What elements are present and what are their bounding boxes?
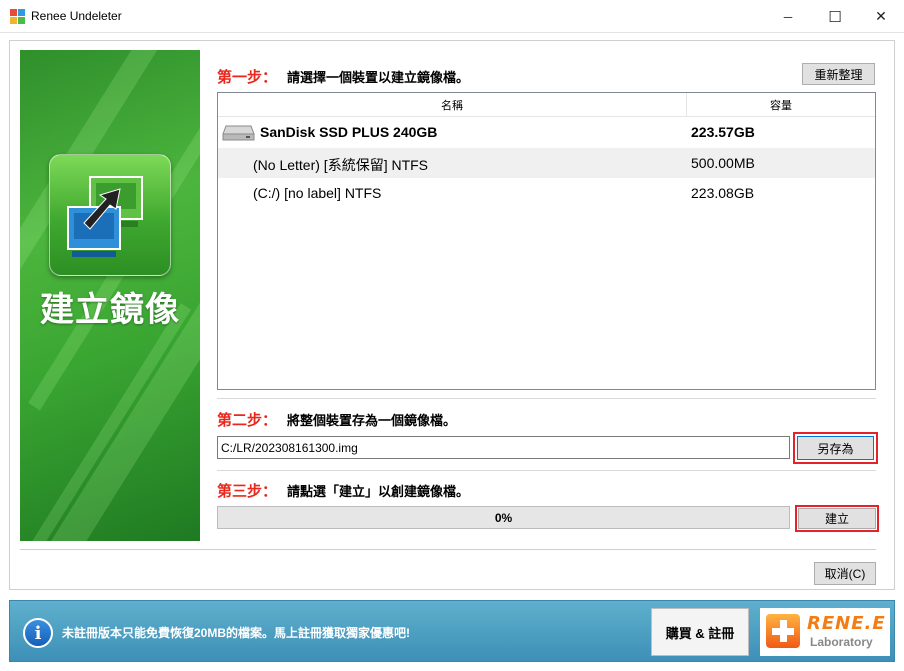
partition-name: (No Letter) [系統保留] NTFS	[253, 157, 429, 173]
step2-heading: 第二步： 將整個裝置存為一個鏡像檔。	[217, 409, 456, 430]
close-icon: ✕	[875, 8, 887, 24]
table-row[interactable]: (No Letter) [系統保留] NTFS 500.00MB	[218, 148, 875, 178]
hard-drive-icon	[222, 125, 255, 141]
table-header: 名稱 容量	[218, 93, 875, 117]
create-image-icon	[49, 154, 171, 276]
progress-text: 0%	[494, 510, 513, 525]
minimize-icon: ─	[783, 9, 793, 24]
info-icon: i	[23, 618, 53, 648]
plus-icon	[766, 614, 800, 648]
registration-footer: i 未註冊版本只能免費恢復20MB的檔案。馬上註冊獲取獨家優惠吧! 購買 & 註…	[9, 600, 895, 662]
progress-bar: 0%	[217, 506, 790, 529]
minimize-button[interactable]: ─	[765, 0, 811, 33]
partition-size: 500.00MB	[691, 155, 755, 171]
logo-subtitle: Laboratory	[810, 635, 873, 649]
banner-label: 建立鏡像	[40, 290, 180, 330]
step1-heading: 第一步： 請選擇一個裝置以建立鏡像檔。	[217, 66, 469, 87]
maximize-icon: ☐	[828, 8, 842, 26]
device-name: SanDisk SSD PLUS 240GB	[260, 124, 438, 140]
title-bar: Renee Undeleter ─ ☐ ✕	[0, 0, 904, 33]
column-header-size[interactable]: 容量	[687, 93, 875, 117]
save-as-button[interactable]: 另存為	[797, 436, 874, 460]
cancel-button[interactable]: 取消(C)	[814, 562, 876, 585]
logo-brand: RENE.E	[807, 613, 886, 634]
create-button[interactable]: 建立	[798, 508, 876, 529]
app-icon	[10, 9, 25, 24]
divider	[217, 398, 876, 399]
step3-heading: 第三步： 請點選「建立」以創建鏡像檔。	[217, 480, 469, 501]
step2-number: 第二步：	[217, 412, 278, 429]
table-row[interactable]: (C:/) [no label] NTFS 223.08GB	[218, 178, 875, 208]
window-title: Renee Undeleter	[31, 9, 122, 23]
device-size: 223.57GB	[691, 124, 755, 140]
image-path-input[interactable]	[217, 436, 790, 459]
divider	[20, 549, 876, 550]
feature-banner: 建立鏡像	[20, 50, 200, 541]
table-row-disk[interactable]: SanDisk SSD PLUS 240GB 223.57GB	[218, 117, 875, 147]
trial-message: 未註冊版本只能免費恢復20MB的檔案。馬上註冊獲取獨家優惠吧!	[62, 626, 411, 640]
partition-name: (C:/) [no label] NTFS	[253, 185, 382, 201]
divider	[217, 470, 876, 471]
renee-logo[interactable]: RENE.E Laboratory	[760, 608, 890, 656]
column-header-name[interactable]: 名稱	[218, 93, 687, 117]
step2-text: 將整個裝置存為一個鏡像檔。	[287, 413, 457, 428]
step3-number: 第三步：	[217, 483, 278, 500]
device-table: 名稱 容量 SanDisk SSD PLUS 240GB 223.57GB (N…	[217, 92, 876, 390]
buy-register-button[interactable]: 購買 & 註冊	[651, 608, 749, 656]
close-button[interactable]: ✕	[858, 0, 904, 33]
partition-size: 223.08GB	[691, 185, 755, 201]
step3-text: 請點選「建立」以創建鏡像檔。	[287, 484, 470, 499]
refresh-button[interactable]: 重新整理	[802, 63, 875, 85]
maximize-button[interactable]: ☐	[812, 0, 858, 33]
step1-number: 第一步：	[217, 69, 278, 86]
step1-text: 請選擇一個裝置以建立鏡像檔。	[287, 70, 470, 85]
